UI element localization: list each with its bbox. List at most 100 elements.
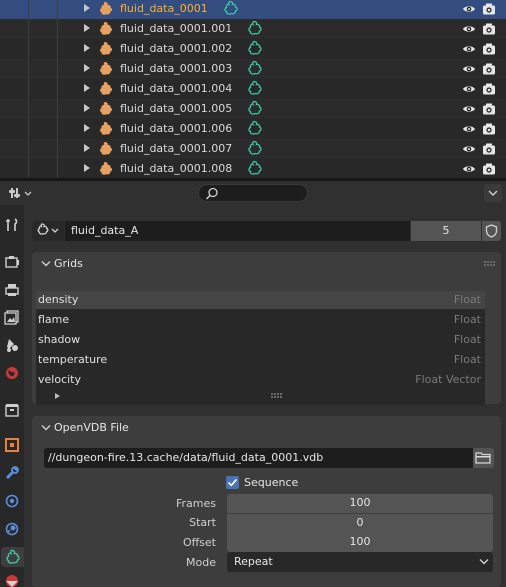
grid-list-item[interactable]: density Float xyxy=(36,291,485,309)
outliner-row[interactable]: fluid_data_0001.008 xyxy=(0,159,506,178)
editor-type-button[interactable] xyxy=(5,184,35,202)
expand-arrow-icon[interactable] xyxy=(84,4,90,12)
expand-arrow-icon[interactable] xyxy=(84,164,90,172)
tab-modifiers[interactable] xyxy=(2,463,22,483)
list-resize-grip-icon[interactable] xyxy=(271,393,283,399)
grid-list-item[interactable]: temperature Float xyxy=(36,351,485,369)
tree-line xyxy=(57,119,58,139)
sequence-checkbox[interactable] xyxy=(226,476,239,489)
outliner-item-name[interactable]: fluid_data_0001.004 xyxy=(120,82,232,95)
tab-physics[interactable] xyxy=(2,519,22,539)
offset-field[interactable]: 100 xyxy=(227,533,493,552)
render-camera-icon[interactable] xyxy=(482,142,496,156)
list-filter-toggle-icon[interactable] xyxy=(55,393,60,399)
tab-output[interactable] xyxy=(2,280,22,300)
grid-list-item[interactable]: velocity Float Vector xyxy=(36,371,485,389)
visibility-eye-icon[interactable] xyxy=(462,22,476,36)
outliner-row[interactable]: fluid_data_0001.004 xyxy=(0,79,506,99)
tab-view-layer[interactable] xyxy=(2,307,22,327)
outliner-item-name[interactable]: fluid_data_0001.007 xyxy=(120,142,232,155)
tree-line xyxy=(57,59,58,79)
visibility-eye-icon[interactable] xyxy=(462,62,476,76)
tab-particles[interactable] xyxy=(2,491,22,511)
visibility-eye-icon[interactable] xyxy=(462,142,476,156)
outliner-row[interactable]: fluid_data_0001 xyxy=(0,0,506,19)
volume-data-icon[interactable] xyxy=(247,120,263,136)
render-camera-icon[interactable] xyxy=(482,2,496,16)
volume-data-icon[interactable] xyxy=(247,20,263,36)
expand-arrow-icon[interactable] xyxy=(84,144,90,152)
filepath-field[interactable]: //dungeon-fire.13.cache/data/fluid_data_… xyxy=(44,448,473,468)
tab-world[interactable] xyxy=(2,363,22,383)
volume-data-icon[interactable] xyxy=(247,40,263,56)
browse-volume-button[interactable] xyxy=(32,221,64,241)
tab-render[interactable] xyxy=(2,252,22,272)
tab-object[interactable] xyxy=(2,435,22,455)
outliner-item-name[interactable]: fluid_data_0001.008 xyxy=(120,162,232,175)
volume-data-icon[interactable] xyxy=(247,160,263,176)
tab-material[interactable] xyxy=(2,571,22,587)
outliner-row[interactable]: fluid_data_0001.003 xyxy=(0,59,506,79)
tab-scene[interactable] xyxy=(2,335,22,355)
properties-search-input[interactable] xyxy=(198,184,308,202)
expand-arrow-icon[interactable] xyxy=(84,124,90,132)
grid-list-item[interactable]: flame Float xyxy=(36,311,485,329)
drag-handle-icon[interactable] xyxy=(484,261,496,267)
render-camera-icon[interactable] xyxy=(482,162,496,176)
grid-name: density xyxy=(38,293,79,306)
volume-data-icon[interactable] xyxy=(247,60,263,76)
visibility-eye-icon[interactable] xyxy=(462,42,476,56)
mode-select[interactable]: Repeat xyxy=(227,552,493,572)
grids-panel-header[interactable]: Grids xyxy=(32,252,501,276)
visibility-eye-icon[interactable] xyxy=(462,122,476,136)
render-camera-icon[interactable] xyxy=(482,122,496,136)
expand-arrow-icon[interactable] xyxy=(84,44,90,52)
search-icon xyxy=(205,187,218,200)
expand-arrow-icon[interactable] xyxy=(84,84,90,92)
volume-data-icon[interactable] xyxy=(247,100,263,116)
tab-collection[interactable] xyxy=(2,400,22,420)
grid-name: flame xyxy=(38,313,70,326)
outliner-item-name[interactable]: fluid_data_0001.003 xyxy=(120,62,232,75)
outliner-item-name[interactable]: fluid_data_0001.001 xyxy=(120,22,232,35)
outliner-item-name[interactable]: fluid_data_0001.006 xyxy=(120,122,232,135)
outliner-item-name[interactable]: fluid_data_0001.005 xyxy=(120,102,232,115)
openvdb-panel-header[interactable]: OpenVDB File xyxy=(32,416,501,440)
datablock-name-field[interactable]: fluid_data_A xyxy=(65,221,410,241)
frames-field[interactable]: 100 xyxy=(227,494,493,513)
expand-arrow-icon[interactable] xyxy=(84,64,90,72)
outliner-row[interactable]: fluid_data_0001.002 xyxy=(0,39,506,59)
visibility-eye-icon[interactable] xyxy=(462,2,476,16)
chevron-down-icon xyxy=(41,425,51,431)
outliner-row[interactable]: fluid_data_0001.005 xyxy=(0,99,506,119)
visibility-eye-icon[interactable] xyxy=(462,162,476,176)
grid-list-item[interactable]: shadow Float xyxy=(36,331,485,349)
render-camera-icon[interactable] xyxy=(482,62,496,76)
visibility-eye-icon[interactable] xyxy=(462,82,476,96)
options-dropdown-button[interactable] xyxy=(484,184,502,202)
tree-line xyxy=(28,119,29,139)
start-field[interactable]: 0 xyxy=(227,514,493,533)
outliner-row[interactable]: fluid_data_0001.007 xyxy=(0,139,506,159)
render-camera-icon[interactable] xyxy=(482,102,496,116)
expand-arrow-icon[interactable] xyxy=(84,24,90,32)
outliner-row[interactable]: fluid_data_0001.006 xyxy=(0,119,506,139)
file-browse-button[interactable] xyxy=(473,448,494,468)
tree-line xyxy=(28,159,29,178)
expand-arrow-icon[interactable] xyxy=(84,104,90,112)
tab-volume-data[interactable] xyxy=(1,547,24,567)
volume-data-icon[interactable] xyxy=(247,140,263,156)
volume-data-icon[interactable] xyxy=(223,0,239,16)
user-count-button[interactable]: 5 xyxy=(411,221,481,241)
outliner-row[interactable]: fluid_data_0001.001 xyxy=(0,19,506,39)
volume-object-icon xyxy=(97,81,114,97)
fake-user-button[interactable] xyxy=(482,221,501,241)
tab-tool[interactable] xyxy=(2,215,22,235)
render-camera-icon[interactable] xyxy=(482,82,496,96)
outliner-item-name[interactable]: fluid_data_0001.002 xyxy=(120,42,232,55)
render-camera-icon[interactable] xyxy=(482,22,496,36)
volume-data-icon[interactable] xyxy=(247,80,263,96)
visibility-eye-icon[interactable] xyxy=(462,102,476,116)
outliner-item-name[interactable]: fluid_data_0001 xyxy=(120,2,208,15)
render-camera-icon[interactable] xyxy=(482,42,496,56)
